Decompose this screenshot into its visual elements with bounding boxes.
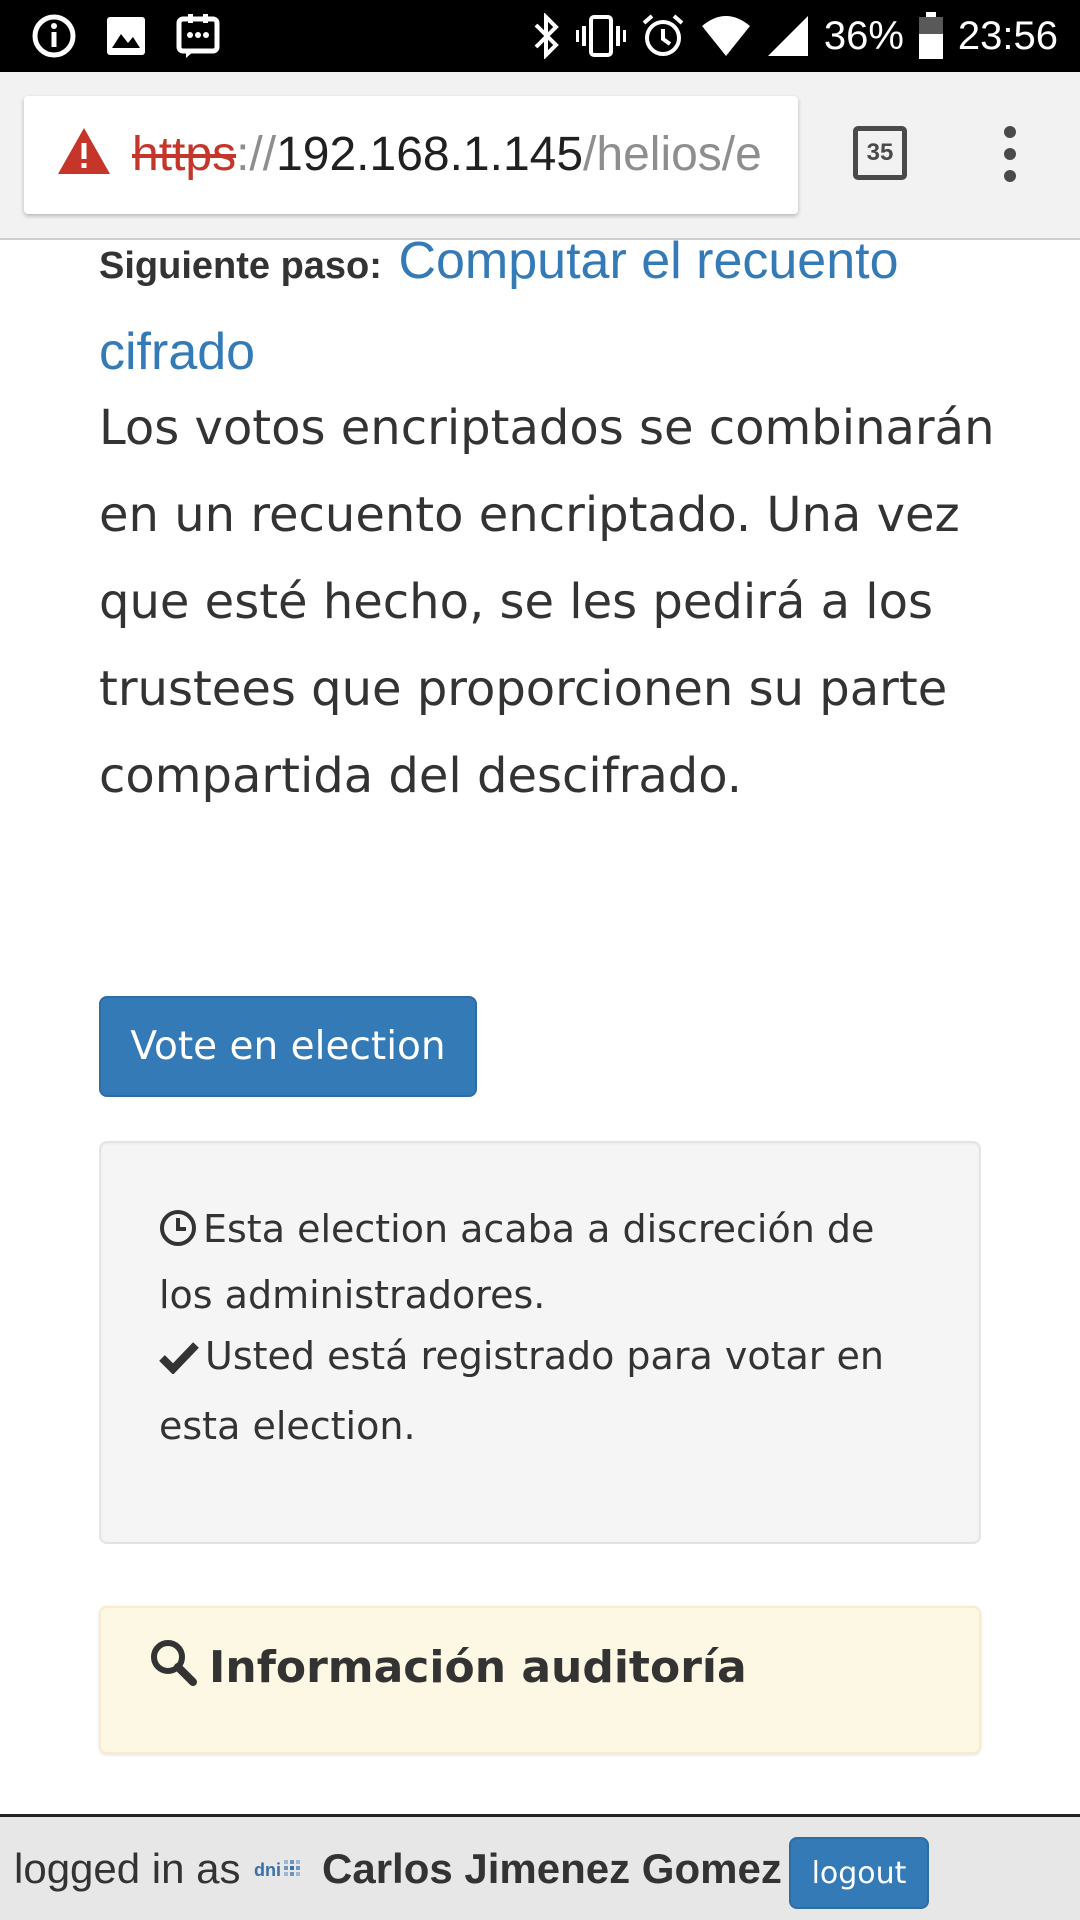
signal-icon — [766, 14, 810, 58]
messenger-icon — [174, 12, 222, 60]
url-separator: :// — [236, 128, 277, 181]
vote-button[interactable]: Vote en election — [99, 996, 477, 1097]
audit-info-label: Información auditoría — [209, 1641, 747, 1693]
address-bar[interactable]: https://192.168.1.145/helios/e — [24, 96, 798, 214]
next-step-label: Siguiente paso: — [99, 245, 382, 287]
image-icon — [104, 14, 148, 58]
dni-logo: dni — [254, 1855, 305, 1885]
dni-logo-text: dni — [254, 1859, 281, 1880]
footer: logged in as dni Carlos Jimenez Gomez lo… — [0, 1814, 1080, 1920]
election-end-text: Esta election acaba a discreción de los … — [159, 1207, 875, 1317]
dni-chip-icon — [284, 1860, 300, 1876]
status-bar: 36% 23:56 — [0, 0, 1080, 72]
bluetooth-icon — [532, 13, 562, 59]
url-host: 192.168.1.145 — [276, 128, 584, 181]
url-scheme: https — [132, 128, 237, 181]
alarm-icon — [640, 13, 686, 59]
logged-in-label: logged in as — [14, 1845, 241, 1892]
tab-switcher-button[interactable]: 35 — [853, 126, 907, 180]
search-icon — [149, 1638, 197, 1697]
clock: 23:56 — [957, 13, 1058, 58]
status-bar-notifications — [30, 12, 222, 60]
audit-info-panel[interactable]: Información auditoría — [99, 1606, 981, 1754]
info-icon — [30, 12, 78, 60]
browser-toolbar: https://192.168.1.145/helios/e 35 — [0, 72, 1080, 240]
logout-button[interactable]: logout — [789, 1837, 929, 1909]
registration-text: Usted está registrado para votar en esta… — [159, 1334, 884, 1448]
overflow-menu-icon[interactable] — [990, 124, 1030, 184]
election-end-info: Esta election acaba a discreción de los … — [159, 1199, 919, 1326]
url-path: /helios/e — [583, 128, 762, 181]
wifi-icon — [700, 14, 752, 58]
next-step-description: Los votos encriptados se combinarán en u… — [99, 400, 995, 804]
registration-info: Usted está registrado para votar en esta… — [159, 1324, 919, 1459]
status-bar-system: 36% 23:56 — [532, 8, 1058, 64]
warning-triangle-icon[interactable] — [56, 126, 112, 180]
checkmark-icon — [159, 1329, 199, 1394]
url-text[interactable]: https://192.168.1.145/helios/e — [132, 96, 792, 214]
election-info-well: Esta election acaba a discreción de los … — [99, 1141, 981, 1544]
next-step: Siguiente paso: Computar el recuento cif… — [99, 218, 999, 395]
battery-percentage: 36% — [823, 13, 904, 58]
user-name: Carlos Jimenez Gomez — [322, 1845, 782, 1892]
clock-icon — [159, 1204, 197, 1265]
vibrate-icon — [575, 13, 626, 59]
url-fade — [758, 96, 798, 214]
audit-info-title[interactable]: Información auditoría — [149, 1608, 747, 1726]
battery-icon — [918, 12, 944, 60]
